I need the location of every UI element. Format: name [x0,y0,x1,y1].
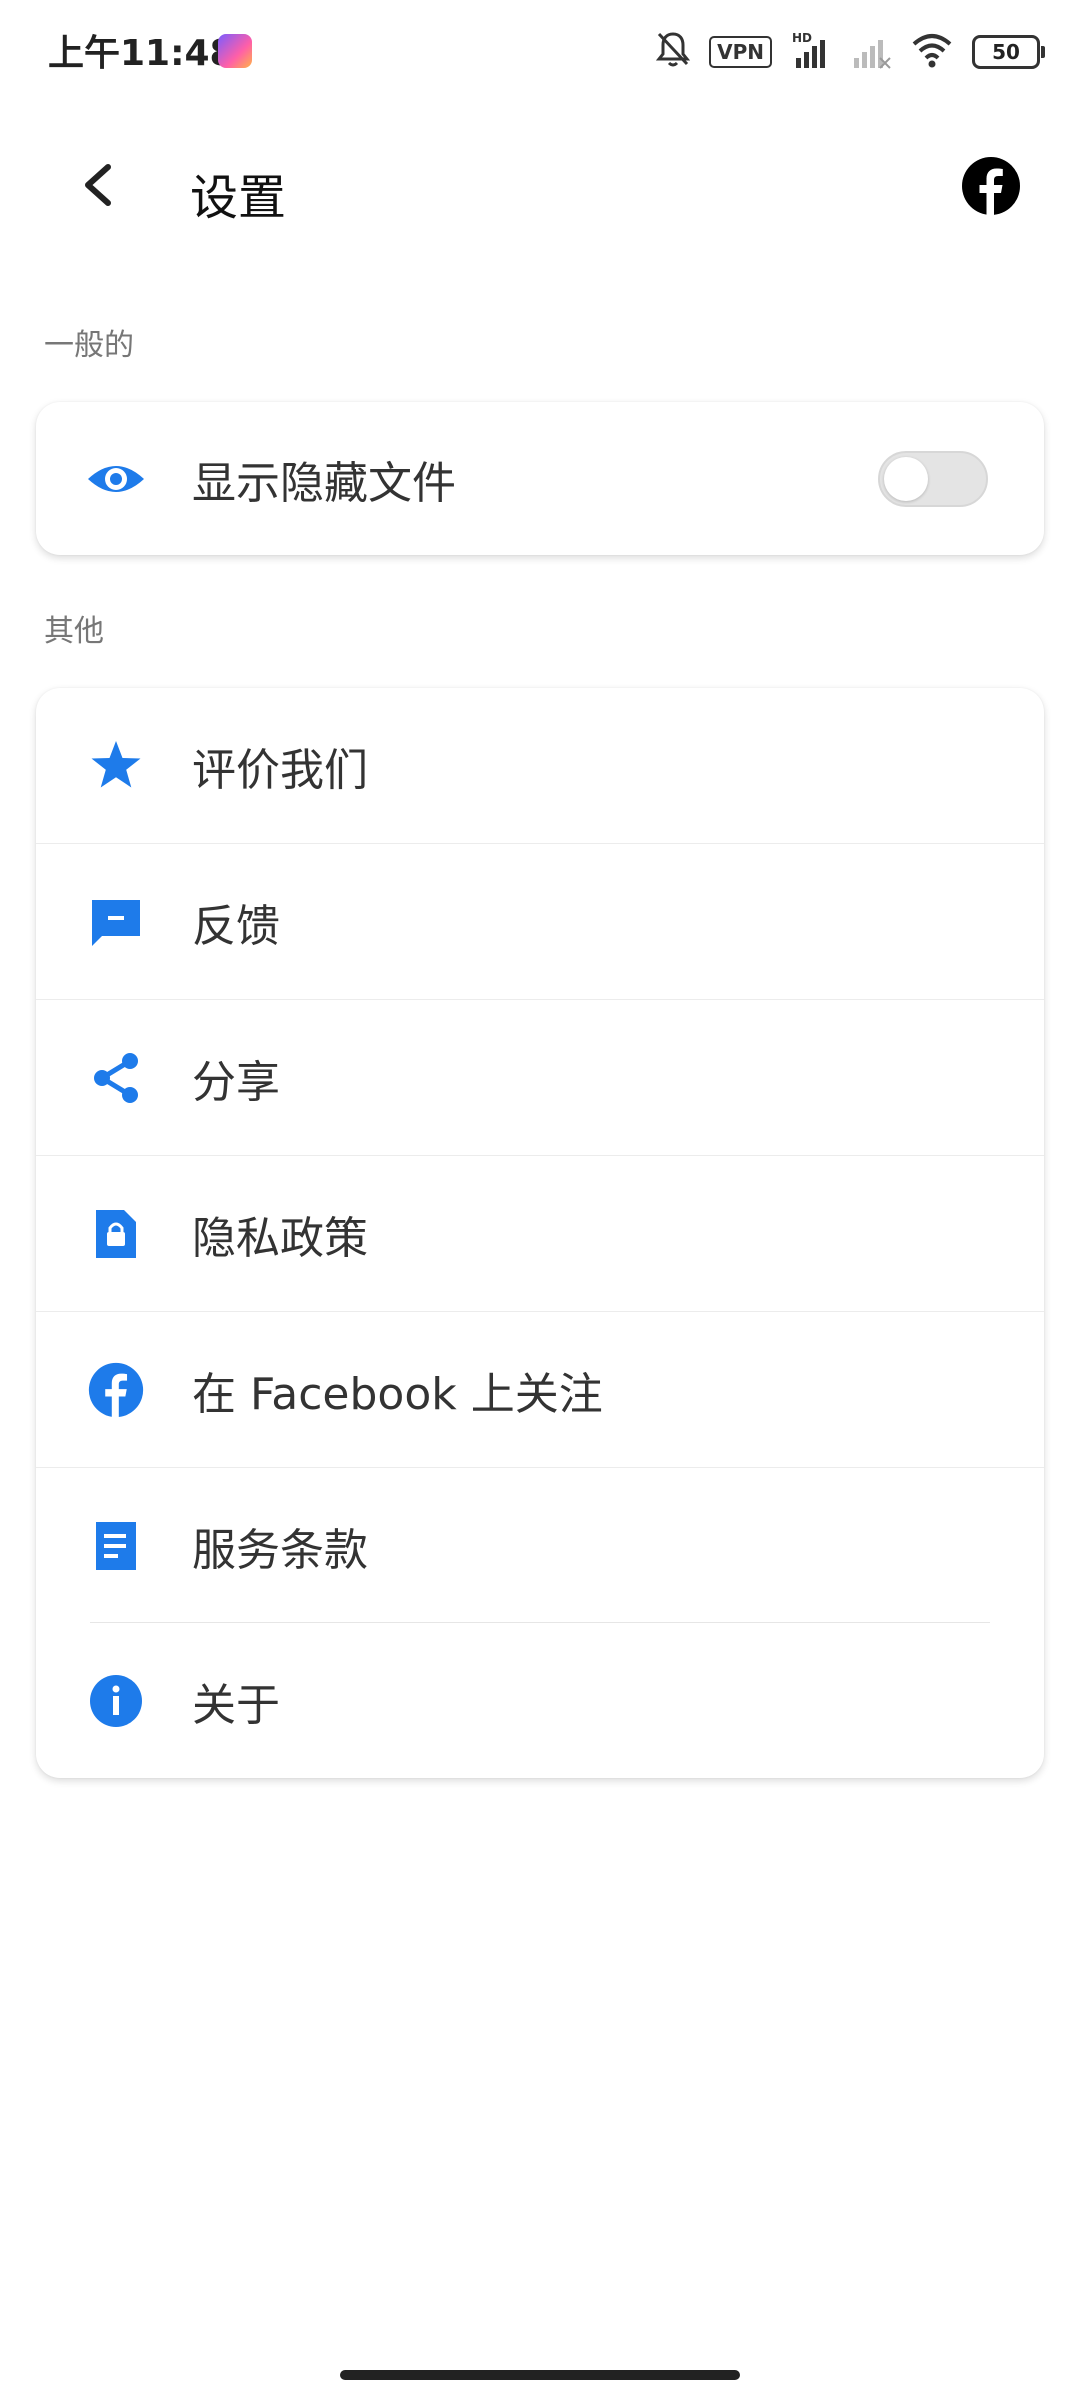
other-card: 评价我们 反馈 分享 隐私政策 在 Facebook 上关注 服务条款 关于 [36,688,1044,1778]
list-item-follow-facebook[interactable]: 在 Facebook 上关注 [36,1312,1044,1468]
list-item-feedback[interactable]: 反馈 [36,844,1044,1000]
rate-us-label: 评价我们 [192,744,368,796]
page-title: 设置 [190,170,287,226]
svg-text:HD: HD [792,31,812,45]
eye-icon [86,449,146,509]
wifi-icon [910,30,954,74]
signal-hd-icon: HD [790,30,834,74]
share-label: 分享 [192,1056,280,1108]
share-icon [86,1048,146,1108]
status-bar: 上午11:48 VPN HD 50 [0,0,1080,100]
section-label-general: 一般的 [44,328,134,363]
general-card: 显示隐藏文件 [36,402,1044,555]
vpn-badge: VPN [709,36,772,68]
status-time: 上午11:48 [48,33,235,74]
show-hidden-files-label: 显示隐藏文件 [192,457,456,509]
facebook-icon [86,1360,146,1420]
list-item-share[interactable]: 分享 [36,1000,1044,1156]
list-item-about[interactable]: 关于 [36,1623,1044,1778]
toggle-knob [884,456,928,501]
star-icon [86,736,146,796]
settings-screen: 上午11:48 VPN HD 50 设置 一般的 显示隐藏文件 其他 评价我们 … [0,0,1080,2400]
app-header: 设置 [0,130,1080,240]
back-button[interactable] [70,155,130,215]
terms-of-service-label: 服务条款 [192,1524,368,1576]
show-hidden-files-toggle[interactable] [878,450,988,507]
list-item-privacy-policy[interactable]: 隐私政策 [36,1156,1044,1312]
home-indicator[interactable] [340,2370,740,2380]
list-item-terms-of-service[interactable]: 服务条款 [36,1468,1044,1623]
privacy-lock-icon [86,1204,146,1264]
feedback-icon [86,892,146,952]
privacy-policy-label: 隐私政策 [192,1212,368,1264]
signal-weak-icon [852,30,892,74]
app-notification-icon [218,34,252,68]
follow-facebook-label: 在 Facebook 上关注 [192,1368,603,1420]
battery-indicator: 50 [972,35,1045,69]
list-item-show-hidden-files[interactable]: 显示隐藏文件 [36,402,1044,555]
arrow-left-icon [85,164,111,206]
list-item-rate-us[interactable]: 评价我们 [36,688,1044,844]
facebook-icon [962,157,1020,217]
status-icons: VPN HD 50 [655,30,1045,74]
section-label-other: 其他 [44,614,104,649]
feedback-label: 反馈 [192,900,280,952]
about-label: 关于 [192,1679,280,1731]
mute-bell-icon [655,30,691,74]
document-icon [86,1516,146,1576]
info-icon [86,1671,146,1731]
facebook-header-button[interactable] [960,155,1022,217]
